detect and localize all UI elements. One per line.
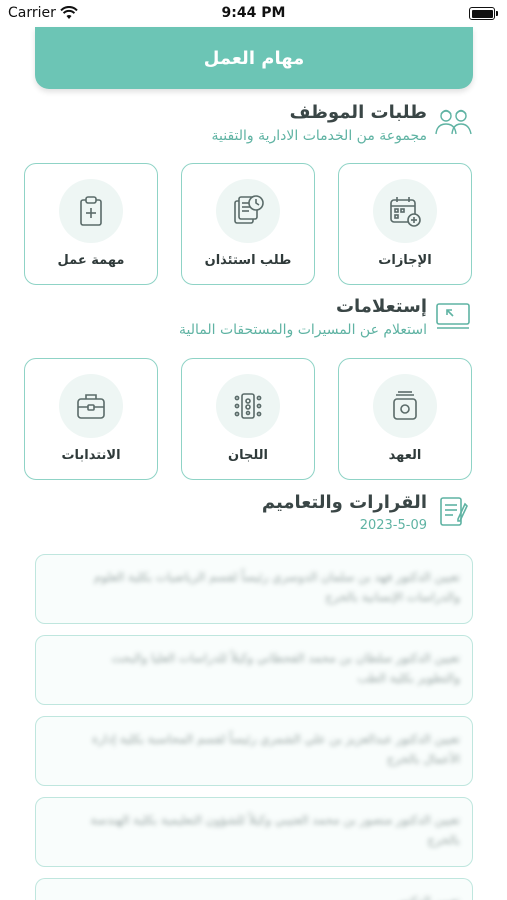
header-bar: مهام العمل xyxy=(35,27,473,89)
decisions-title: القرارات والتعاميم xyxy=(261,492,427,513)
card-secondments[interactable]: الانتدابات xyxy=(24,358,158,480)
employee-requests-title: طلبات الموظف xyxy=(289,102,427,123)
decision-card[interactable]: تعيين الدكتور عبدالعزيز بن علي الشمري رئ… xyxy=(35,716,473,786)
inquiries-header: إستعلامات استعلام عن المسيرات والمستحقات… xyxy=(93,296,473,342)
card-work-task-label: مهمة عمل xyxy=(57,253,125,268)
decision-card[interactable]: تعيين الدكتور سلطان بن محمد القحطاني وكي… xyxy=(35,635,473,705)
card-permission-request[interactable]: طلب استئذان xyxy=(181,163,315,285)
employee-requests-subtitle: مجموعة من الخدمات الادارية والتقنية xyxy=(211,128,427,144)
card-work-task[interactable]: مهمة عمل xyxy=(24,163,158,285)
clipboard-add-icon xyxy=(59,179,123,243)
decision-text: تعيين الدكتور سلطان بن محمد القحطاني وكي… xyxy=(111,651,460,685)
card-permission-request-label: طلب استئذان xyxy=(204,253,292,268)
card-custody-label: العهد xyxy=(388,448,422,463)
committee-icon xyxy=(216,374,280,438)
decision-text: تعيين الدكتور xyxy=(76,891,460,900)
decision-card[interactable]: تعيين الدكتور xyxy=(35,878,473,900)
decision-text: تعيين الدكتور عبدالعزيز بن علي الشمري رئ… xyxy=(91,732,460,766)
monitor-icon xyxy=(433,298,473,332)
battery-icon xyxy=(469,7,498,20)
card-custody[interactable]: العهد xyxy=(338,358,472,480)
card-committees[interactable]: اللجان xyxy=(181,358,315,480)
briefcase-icon xyxy=(59,374,123,438)
calendar-icon xyxy=(373,179,437,243)
card-committees-label: اللجان xyxy=(228,448,268,463)
documents-clock-icon xyxy=(216,179,280,243)
page-title: مهام العمل xyxy=(203,47,305,69)
inquiries-title: إستعلامات xyxy=(335,296,427,317)
decision-text: تعيين الدكتور فهد بن سلمان الدوسري رئيسا… xyxy=(93,570,460,604)
card-secondments-label: الانتدابات xyxy=(61,448,121,463)
employees-icon xyxy=(433,104,473,138)
decision-text: تعيين الدكتور منصور بن محمد العتيبي وكيل… xyxy=(90,813,460,847)
box-icon xyxy=(373,374,437,438)
decisions-date: 2023-5-09 xyxy=(359,518,427,533)
document-pen-icon xyxy=(433,494,473,528)
decision-card[interactable]: تعيين الدكتور فهد بن سلمان الدوسري رئيسا… xyxy=(35,554,473,624)
card-vacations-label: الإجازات xyxy=(378,253,432,268)
employee-requests-header: طلبات الموظف مجموعة من الخدمات الادارية … xyxy=(93,102,473,148)
decision-card[interactable]: تعيين الدكتور منصور بن محمد العتيبي وكيل… xyxy=(35,797,473,867)
clock: 9:44 PM xyxy=(221,5,286,21)
card-vacations[interactable]: الإجازات xyxy=(338,163,472,285)
inquiries-subtitle: استعلام عن المسيرات والمستحقات المالية xyxy=(179,322,427,338)
status-bar: Carrier 9:44 PM xyxy=(0,0,507,28)
